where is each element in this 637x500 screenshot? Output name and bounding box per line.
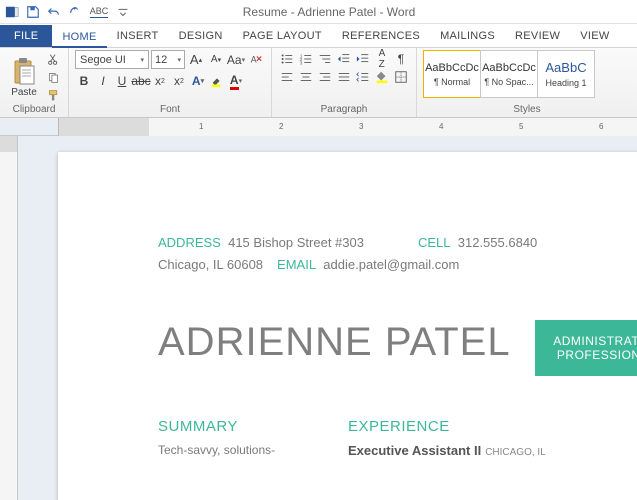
vertical-ruler[interactable] (0, 136, 18, 500)
title-badge: ADMINISTRATIVEPROFESSIONAL (535, 320, 637, 376)
borders-icon[interactable] (392, 68, 410, 86)
sort-icon[interactable]: AZ (373, 50, 391, 68)
line-spacing-icon[interactable] (354, 68, 372, 86)
strikethrough-icon[interactable]: abc (132, 72, 150, 90)
group-styles: AaBbCcDc¶ Normal AaBbCcDc¶ No Spac... Aa… (417, 48, 637, 117)
align-center-icon[interactable] (297, 68, 315, 86)
format-painter-icon[interactable] (44, 87, 62, 103)
document-page[interactable]: ADDRESS 415 Bishop Street #303 CELL 312.… (58, 152, 637, 500)
font-name-select[interactable]: Segoe UI▾ (75, 50, 149, 69)
font-size-select[interactable]: 12▾ (151, 50, 185, 69)
svg-text:3: 3 (300, 60, 303, 65)
copy-icon[interactable] (44, 69, 62, 85)
resume-name: ADRIENNE PATEL (158, 320, 535, 376)
italic-button[interactable]: I (94, 72, 112, 90)
tab-insert[interactable]: INSERT (107, 26, 169, 47)
document-area: ADDRESS 415 Bishop Street #303 CELL 312.… (0, 136, 637, 500)
numbering-icon[interactable]: 123 (297, 50, 315, 68)
contact-block: ADDRESS 415 Bishop Street #303 CELL 312.… (158, 232, 637, 276)
svg-text:A: A (251, 54, 257, 64)
tab-design[interactable]: DESIGN (169, 26, 233, 47)
styles-label: Styles (423, 104, 631, 116)
grow-font-icon[interactable]: A▴ (187, 51, 205, 69)
tab-references[interactable]: REFERENCES (332, 26, 430, 47)
superscript-icon[interactable]: x2 (170, 72, 188, 90)
tab-page-layout[interactable]: PAGE LAYOUT (233, 26, 332, 47)
tab-file[interactable]: FILE (0, 25, 52, 47)
ribbon-tabs: FILE HOME INSERT DESIGN PAGE LAYOUT REFE… (0, 24, 637, 48)
tab-home[interactable]: HOME (52, 27, 106, 48)
shading-icon[interactable] (373, 68, 391, 86)
horizontal-ruler[interactable]: 12 34 56 (0, 118, 637, 136)
cut-icon[interactable] (44, 51, 62, 67)
bullets-icon[interactable] (278, 50, 296, 68)
paste-button[interactable]: Paste (6, 57, 42, 98)
summary-heading: SUMMARY (158, 418, 308, 435)
tab-view[interactable]: VIEW (570, 26, 619, 47)
justify-icon[interactable] (335, 68, 353, 86)
title-bar: ABC Resume - Adrienne Patel - Word (0, 0, 637, 24)
underline-button[interactable]: U (113, 72, 131, 90)
clear-formatting-icon[interactable]: A (247, 51, 265, 69)
undo-icon[interactable] (44, 2, 64, 22)
increase-indent-icon[interactable] (354, 50, 372, 68)
group-clipboard: Paste Clipboard (0, 48, 69, 117)
change-case-icon[interactable]: Aa▾ (227, 51, 245, 69)
clipboard-label: Clipboard (6, 104, 62, 116)
qat-customize-icon[interactable] (113, 2, 133, 22)
tab-review[interactable]: REVIEW (505, 26, 570, 47)
paste-label: Paste (11, 87, 37, 98)
font-label: Font (75, 104, 265, 116)
subscript-icon[interactable]: x2 (151, 72, 169, 90)
word-app-icon[interactable] (2, 2, 22, 22)
document-title: Resume - Adrienne Patel - Word (133, 5, 525, 19)
style-normal[interactable]: AaBbCcDc¶ Normal (423, 50, 481, 98)
ribbon: Paste Clipboard Segoe UI▾ 12▾ A▴ A▾ Aa▾ … (0, 48, 637, 118)
group-paragraph: 123 AZ ¶ Paragraph (272, 48, 417, 117)
style-heading-1[interactable]: AaBbCHeading 1 (537, 50, 595, 98)
tab-mailings[interactable]: MAILINGS (430, 26, 505, 47)
align-left-icon[interactable] (278, 68, 296, 86)
redo-icon[interactable] (65, 2, 85, 22)
experience-heading: EXPERIENCE (348, 418, 637, 435)
align-right-icon[interactable] (316, 68, 334, 86)
job-entry: Executive Assistant IICHICAGO, IL (348, 443, 637, 458)
decrease-indent-icon[interactable] (335, 50, 353, 68)
paragraph-label: Paragraph (278, 104, 410, 116)
shrink-font-icon[interactable]: A▾ (207, 51, 225, 69)
spellcheck-icon[interactable]: ABC (86, 2, 112, 22)
summary-text: Tech-savvy, solutions- (158, 443, 308, 457)
save-icon[interactable] (23, 2, 43, 22)
font-color-icon[interactable]: A▾ (227, 72, 245, 90)
bold-button[interactable]: B (75, 72, 93, 90)
quick-access-toolbar: ABC (2, 2, 133, 22)
style-no-spacing[interactable]: AaBbCcDc¶ No Spac... (480, 50, 538, 98)
group-font: Segoe UI▾ 12▾ A▴ A▾ Aa▾ A B I U abc x2 x… (69, 48, 272, 117)
show-hide-icon[interactable]: ¶ (392, 50, 410, 68)
multilevel-list-icon[interactable] (316, 50, 334, 68)
highlight-icon[interactable] (208, 72, 226, 90)
text-effects-icon[interactable]: A▾ (189, 72, 207, 90)
